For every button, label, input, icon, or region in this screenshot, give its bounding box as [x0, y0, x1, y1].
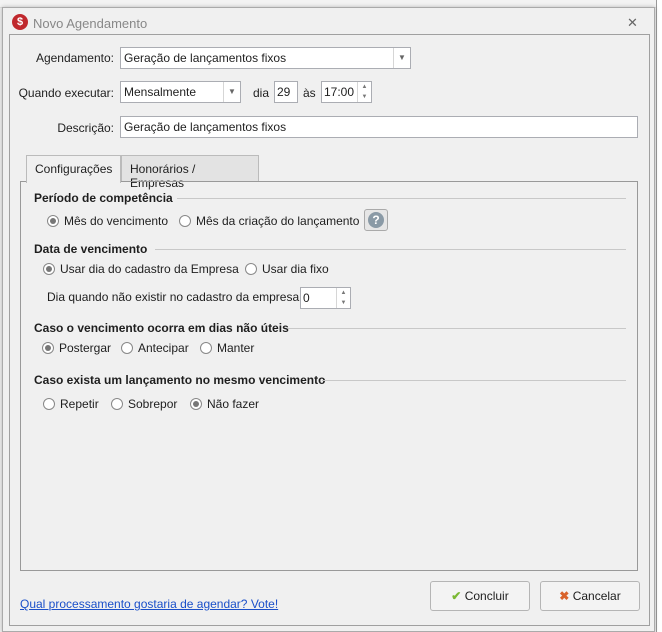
as-label: às: [303, 86, 316, 100]
dollar-app-icon: $: [12, 14, 28, 30]
radio-nao-fazer[interactable]: Não fazer: [190, 397, 259, 411]
radio-label: Mês do vencimento: [64, 214, 169, 228]
dia-cadastro-stepper[interactable]: 0 ▲ ▼: [300, 287, 351, 309]
button-label: Concluir: [464, 589, 509, 603]
radio-repetir[interactable]: Repetir: [43, 397, 99, 411]
agendamento-label: Agendamento:: [35, 51, 114, 65]
x-icon: ✖: [559, 589, 570, 603]
radio-dia-cadastro[interactable]: Usar dia do cadastro da Empresa: [43, 262, 239, 276]
radio-label: Mês da criação do lançamento: [196, 214, 360, 228]
descricao-input[interactable]: Geração de lançamentos fixos: [120, 116, 638, 138]
radio-antecipar[interactable]: Antecipar: [121, 341, 189, 355]
radio-label: Postergar: [59, 341, 112, 355]
help-button[interactable]: ?: [364, 209, 388, 231]
dia-label: dia: [253, 86, 270, 100]
tab-configuracoes[interactable]: Configurações: [26, 155, 121, 183]
dia-cadastro-label: Dia quando não existir no cadastro da em…: [47, 290, 300, 304]
spin-arrows-icon[interactable]: ▲ ▼: [336, 288, 350, 308]
radio-manter[interactable]: Manter: [200, 341, 254, 355]
uteis-heading: Caso o vencimento ocorra em dias não úte…: [34, 321, 289, 335]
checkmark-icon: ✔: [451, 589, 462, 603]
radio-label: Repetir: [60, 397, 99, 411]
background-app-edge: [656, 0, 662, 632]
dialog-title: Novo Agendamento: [33, 16, 148, 31]
radio-mes-vencimento[interactable]: Mês do vencimento: [47, 214, 168, 228]
radio-label: Usar dia fixo: [262, 262, 329, 276]
radio-dia-fixo[interactable]: Usar dia fixo: [245, 262, 329, 276]
close-icon[interactable]: ✕: [627, 15, 638, 31]
quando-value: Mensalmente: [124, 85, 197, 99]
radio-postergar[interactable]: Postergar: [42, 341, 111, 355]
data-vencimento-heading: Data de vencimento: [34, 242, 148, 256]
chevron-down-icon[interactable]: ▼: [223, 82, 240, 102]
hora-value: 17:00: [324, 85, 355, 99]
descricao-label: Descrição:: [57, 121, 114, 135]
mesmo-vencimento-heading: Caso exista um lançamento no mesmo venci…: [34, 373, 326, 387]
radio-label: Não fazer: [207, 397, 260, 411]
hora-stepper[interactable]: 17:00 ▲ ▼: [321, 81, 372, 103]
radio-mes-criacao[interactable]: Mês da criação do lançamento: [179, 214, 359, 228]
vote-link[interactable]: Qual processamento gostaria de agendar? …: [20, 597, 278, 611]
radio-sobrepor[interactable]: Sobrepor: [111, 397, 177, 411]
chevron-down-icon[interactable]: ▼: [393, 48, 410, 68]
cancelar-button[interactable]: ✖ Cancelar: [540, 581, 640, 611]
spin-arrows-icon[interactable]: ▲ ▼: [357, 82, 371, 102]
button-label: Cancelar: [572, 589, 621, 603]
radio-label: Manter: [217, 341, 255, 355]
quando-select[interactable]: Mensalmente ▼: [120, 81, 241, 103]
agendamento-select[interactable]: Geração de lançamentos fixos ▼: [120, 47, 411, 69]
radio-label: Antecipar: [138, 341, 189, 355]
question-icon: ?: [368, 212, 384, 228]
dia-input[interactable]: 29: [274, 81, 298, 103]
quando-label: Quando executar:: [18, 86, 114, 100]
concluir-button[interactable]: ✔ Concluir: [430, 581, 530, 611]
radio-label: Sobrepor: [128, 397, 178, 411]
periodo-heading: Período de competência: [34, 191, 173, 205]
agendamento-value: Geração de lançamentos fixos: [124, 51, 287, 65]
tab-honorarios-empresas[interactable]: Honorários / Empresas: [121, 155, 259, 190]
radio-label: Usar dia do cadastro da Empresa: [60, 262, 239, 276]
dia-cadastro-value: 0: [303, 291, 310, 305]
